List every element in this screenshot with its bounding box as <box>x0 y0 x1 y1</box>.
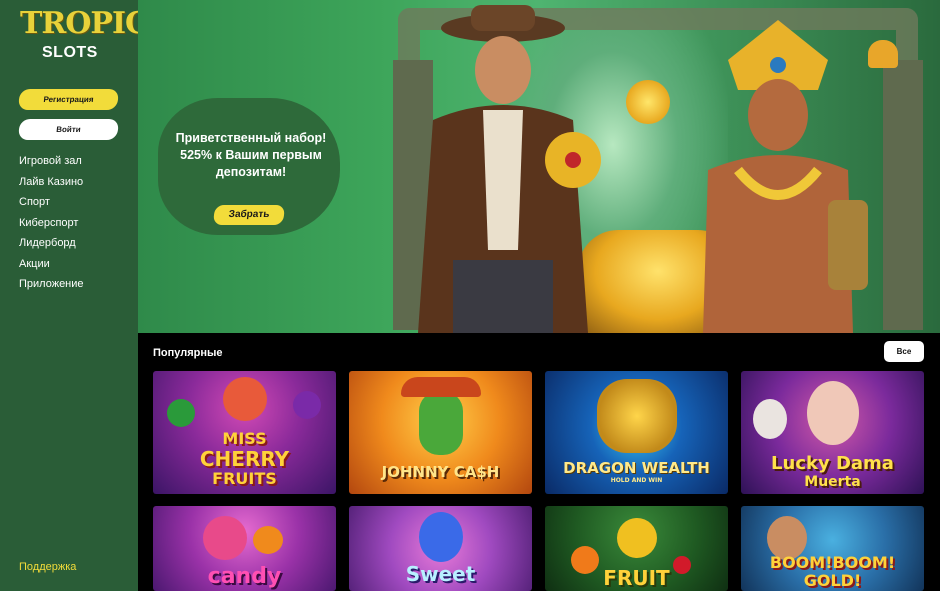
grapes-icon <box>293 391 321 419</box>
offer-line-3: депозитам! <box>215 165 287 179</box>
game-title: Lucky Dama <box>771 453 894 474</box>
pumpkin-icon <box>253 526 283 554</box>
explorer-character-illustration <box>418 5 601 333</box>
game-title: DRAGON WEALTH <box>563 459 710 477</box>
golden-dragon-illustration <box>597 379 677 453</box>
sidebar-nav: Игровой зал Лайв Казино Спорт Киберспорт… <box>19 153 84 297</box>
view-all-button[interactable]: Все <box>884 341 924 362</box>
login-button[interactable]: Войти <box>17 119 120 140</box>
aztec-warrior-illustration <box>703 20 868 333</box>
offer-line-2: 525% к Вашим первым <box>180 148 322 162</box>
watermelon-icon <box>167 399 195 427</box>
game-subtitle: HOLD AND WIN <box>610 477 663 484</box>
sidebar: TROPIC SLOTS Регистрация Войти Игровой з… <box>0 0 149 591</box>
offer-line-1: Приветственный набор! <box>175 131 327 145</box>
game-tile-sweet[interactable]: Sweet <box>349 506 532 591</box>
catrina-woman-illustration <box>807 381 859 445</box>
sidebar-item-promotions[interactable]: Акции <box>19 256 84 277</box>
game-title: Sweet <box>405 562 476 586</box>
stone-pillar-right <box>883 60 923 330</box>
game-title: FRUIT <box>603 566 670 590</box>
popular-section-title: Популярные <box>153 347 223 359</box>
game-title-line-1: BOOM!BOOM! <box>769 553 896 572</box>
bee-illustration <box>617 518 657 558</box>
sidebar-item-leaderboard[interactable]: Лидерборд <box>19 235 84 256</box>
game-title: candy <box>207 564 282 589</box>
skeleton-illustration <box>753 399 787 439</box>
logo-text-slots: SLOTS <box>42 44 98 61</box>
game-tile-candy[interactable]: candy <box>153 506 336 591</box>
promo-banner[interactable]: Приветственный набор! 525% к Вашим первы… <box>138 0 940 333</box>
game-tile-fruit[interactable]: FRUIT <box>545 506 728 591</box>
sidebar-item-sport[interactable]: Спорт <box>19 194 84 215</box>
tropic-slots-logo[interactable]: TROPIC SLOTS <box>18 6 149 64</box>
bell-icon <box>868 40 898 68</box>
game-title: MISS CHERRY FRUITS <box>153 429 336 489</box>
cherry-girl-illustration <box>223 377 267 421</box>
support-link[interactable]: Поддержка <box>19 561 76 573</box>
claim-bonus-button[interactable]: Забрать <box>212 205 286 225</box>
game-title-line-3: FRUITS <box>212 469 277 488</box>
sidebar-item-game-hall[interactable]: Игровой зал <box>19 153 84 174</box>
cowboy-hat-icon <box>401 377 481 397</box>
game-title: BOOM!BOOM! GOLD! <box>741 554 924 590</box>
game-tile-lucky-dama-muerta[interactable]: Lucky Dama Muerta <box>741 371 924 494</box>
register-button[interactable]: Регистрация <box>17 89 120 110</box>
game-tile-dragon-wealth[interactable]: DRAGON WEALTH HOLD AND WIN <box>545 371 728 494</box>
welcome-offer-text: Приветственный набор! 525% к Вашим первы… <box>160 130 342 181</box>
game-title-line-1: MISS <box>222 429 267 448</box>
sidebar-item-app[interactable]: Приложение <box>19 276 84 297</box>
monster-illustration <box>203 516 247 560</box>
game-tile-johnny-cash[interactable]: JOHNNY CA$H <box>349 371 532 494</box>
game-title: JOHNNY CA$H <box>381 463 500 481</box>
game-tile-boom-boom-gold[interactable]: BOOM!BOOM! GOLD! <box>741 506 924 591</box>
genie-illustration <box>419 512 463 562</box>
gold-medallion-icon <box>626 80 670 124</box>
game-title-line-2: CHERRY <box>199 447 290 471</box>
game-tile-miss-cherry-fruits[interactable]: MISS CHERRY FRUITS <box>153 371 336 494</box>
logo-text-tropic: TROPIC <box>20 6 149 41</box>
game-title-line-2: GOLD! <box>803 571 862 590</box>
game-subtitle: Muerta <box>804 474 861 490</box>
cactus-cowboy-illustration <box>419 391 463 455</box>
sidebar-item-live-casino[interactable]: Лайв Казино <box>19 174 84 195</box>
sidebar-item-esports[interactable]: Киберспорт <box>19 215 84 236</box>
